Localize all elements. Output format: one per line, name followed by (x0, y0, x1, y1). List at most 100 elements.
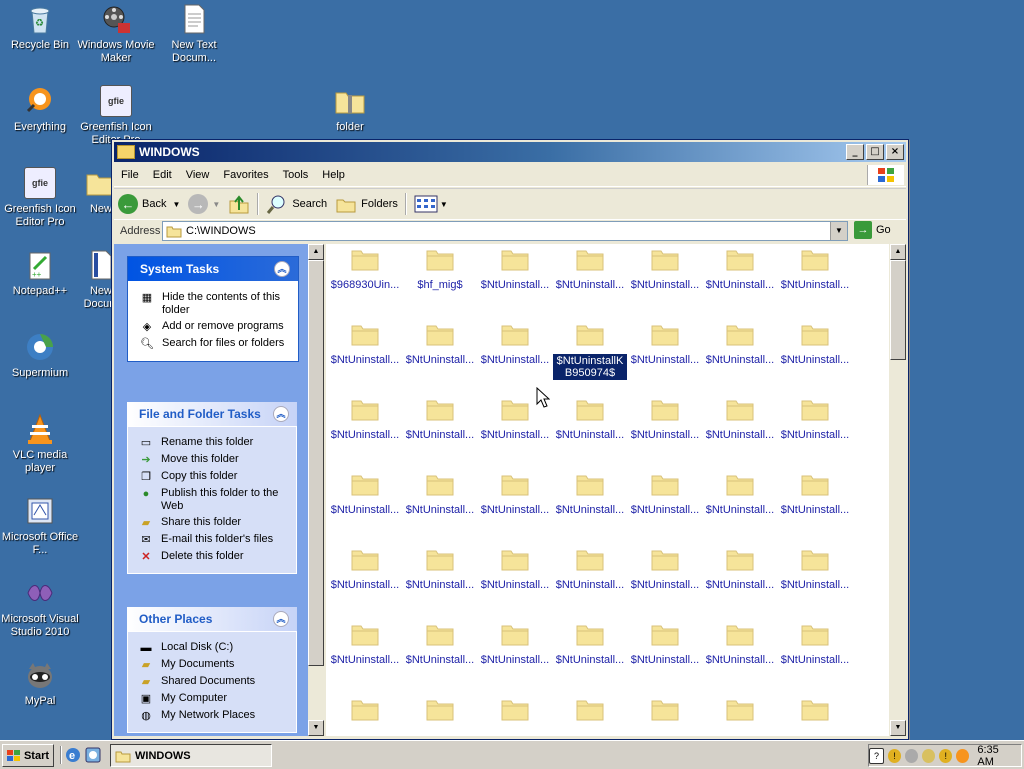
everything-tray-icon[interactable] (956, 748, 970, 763)
views-button[interactable]: ▼ (410, 191, 452, 217)
desktop-icon-mypal[interactable]: MyPal (0, 659, 80, 708)
task-hide-contents[interactable]: ▦ Hide the contents of this folder (139, 291, 289, 317)
folder-item[interactable]: $NtUninstall... (553, 472, 627, 516)
desktop-icon-greenfish-2[interactable]: gfie Greenfish Icon Editor Pro (0, 167, 80, 229)
folder-item[interactable]: $NtUninstall... (478, 322, 552, 366)
other-places-header[interactable]: Other Places ︽ (127, 607, 297, 631)
folders-button[interactable]: Folders (331, 191, 402, 217)
desktop-icon-visual-studio[interactable]: Microsoft Visual Studio 2010 (0, 577, 80, 639)
folder-item[interactable]: $NtUninstall... (328, 622, 402, 666)
menu-favorites[interactable]: Favorites (216, 169, 275, 181)
task-delete-folder[interactable]: ✕ Delete this folder (138, 550, 288, 564)
folder-item[interactable]: $NtUninstall... (328, 322, 402, 366)
menu-view[interactable]: View (179, 169, 217, 181)
security-shield-icon[interactable]: ! (888, 748, 902, 763)
desktop-icon-folder[interactable]: folder (310, 85, 390, 134)
folder-item[interactable]: $NtUninstall... (628, 547, 702, 591)
task-publish-web[interactable]: ● Publish this folder to the Web (138, 487, 288, 513)
place-network-places[interactable]: ◍ My Network Places (138, 709, 288, 723)
scroll-down-button[interactable]: ▼ (308, 720, 324, 736)
folder-item[interactable] (778, 697, 852, 729)
quicklaunch-ie-icon[interactable]: e (64, 746, 82, 764)
search-button[interactable]: Search (262, 191, 331, 217)
desktop-icon-recycle-bin[interactable]: ♻ Recycle Bin (0, 3, 80, 52)
help-icon[interactable]: ? (868, 747, 885, 764)
folder-item[interactable]: $NtUninstall... (328, 472, 402, 516)
folder-item[interactable]: $NtUninstall... (478, 247, 552, 291)
task-share-folder[interactable]: ▰ Share this folder (138, 516, 288, 530)
go-button[interactable]: → Go (854, 221, 891, 239)
maximize-button[interactable]: □ (866, 144, 884, 160)
forward-button[interactable]: → ▼ (184, 191, 224, 217)
folder-item[interactable] (328, 697, 402, 729)
folder-item[interactable]: $NtUninstall... (778, 247, 852, 291)
desktop-icon-vlc[interactable]: VLC media player (0, 413, 80, 475)
task-pane-scrollbar[interactable]: ▲ ▼ (308, 244, 324, 736)
folder-item[interactable]: $NtUninstall... (778, 397, 852, 441)
task-rename-folder[interactable]: ▭ Rename this folder (138, 436, 288, 450)
folder-item[interactable]: $NtUninstall... (703, 622, 777, 666)
folder-item[interactable]: $NtUninstall... (403, 322, 477, 366)
folder-item[interactable]: $NtUninstall... (403, 397, 477, 441)
task-search-files[interactable]: 🔍︎ Search for files or folders (139, 337, 289, 351)
folder-item[interactable]: $NtUninstall... (403, 547, 477, 591)
folder-item[interactable]: $NtUninstall... (778, 472, 852, 516)
folder-item[interactable]: $NtUninstall... (328, 397, 402, 441)
folder-item[interactable]: $NtUninstall... (553, 547, 627, 591)
start-button[interactable]: Start (2, 744, 54, 767)
menu-tools[interactable]: Tools (276, 169, 316, 181)
menu-file[interactable]: File (114, 169, 146, 181)
desktop-icon-everything[interactable]: Everything (0, 85, 80, 134)
folder-item[interactable]: $NtUninstall... (403, 622, 477, 666)
desktop-icon-supermium[interactable]: Supermium (0, 331, 80, 380)
folder-item[interactable]: $NtUninstall... (628, 622, 702, 666)
menu-edit[interactable]: Edit (146, 169, 179, 181)
address-input[interactable]: C:\WINDOWS ▼ (162, 221, 848, 241)
folder-item[interactable]: $NtUninstall... (703, 397, 777, 441)
desktop-icon-movie-maker[interactable]: Windows Movie Maker (76, 3, 156, 65)
folder-item[interactable]: $NtUninstall... (628, 247, 702, 291)
collapse-icon[interactable]: ︽ (273, 611, 289, 627)
folder-item[interactable]: $NtUninstallKB950974$ (553, 322, 627, 380)
desktop-icon-notepadpp[interactable]: ++ Notepad++ (0, 249, 80, 298)
folder-item[interactable]: $NtUninstall... (703, 547, 777, 591)
folder-item[interactable]: $NtUninstall... (703, 247, 777, 291)
folder-item[interactable]: $NtUninstall... (703, 322, 777, 366)
folder-item[interactable]: $968930Uin... (328, 247, 402, 291)
folder-item[interactable] (703, 697, 777, 729)
folder-item[interactable]: $NtUninstall... (778, 622, 852, 666)
up-folder-button[interactable] (224, 191, 254, 217)
folder-item[interactable]: $NtUninstall... (628, 397, 702, 441)
folder-item[interactable]: $NtUninstall... (553, 622, 627, 666)
explorer-window[interactable]: WINDOWS _ □ × File Edit View Favorites T… (111, 139, 909, 740)
content-scrollbar[interactable]: ▲ ▼ (890, 244, 906, 736)
place-my-documents[interactable]: ▰ My Documents (138, 658, 288, 672)
folder-item[interactable]: $NtUninstall... (328, 547, 402, 591)
quicklaunch-browser-icon[interactable] (84, 746, 102, 764)
taskbar-window-button[interactable]: WINDOWS (110, 744, 272, 767)
task-add-remove-programs[interactable]: ◈ Add or remove programs (139, 320, 289, 334)
folder-item[interactable]: $NtUninstall... (778, 547, 852, 591)
desktop-icon-text-document[interactable]: New Text Docum... (154, 3, 234, 65)
task-copy-folder[interactable]: ❐ Copy this folder (138, 470, 288, 484)
file-folder-tasks-header[interactable]: File and Folder Tasks ︽ (127, 402, 297, 426)
folder-item[interactable]: $NtUninstall... (478, 547, 552, 591)
folder-item[interactable]: $NtUninstall... (703, 472, 777, 516)
folder-item[interactable] (403, 697, 477, 729)
close-button[interactable]: × (886, 144, 904, 160)
desktop-icon-greenfish[interactable]: gfie Greenfish Icon Editor Pro (76, 85, 156, 147)
folder-item[interactable]: $NtUninstall... (403, 472, 477, 516)
scroll-up-button[interactable]: ▲ (890, 244, 906, 260)
tray-app-icon[interactable] (905, 748, 919, 763)
scroll-thumb[interactable] (890, 260, 906, 360)
folder-item[interactable] (628, 697, 702, 729)
folder-item[interactable]: $hf_mig$ (403, 247, 477, 291)
collapse-icon[interactable]: ︽ (273, 406, 289, 422)
title-bar[interactable]: WINDOWS _ □ × (114, 142, 906, 162)
desktop-icon-office[interactable]: Microsoft Office F... (0, 495, 80, 557)
system-tasks-header[interactable]: System Tasks ︽ (128, 257, 298, 281)
folder-item[interactable]: $NtUninstall... (553, 247, 627, 291)
folder-item[interactable]: $NtUninstall... (778, 322, 852, 366)
place-shared-documents[interactable]: ▰ Shared Documents (138, 675, 288, 689)
back-button[interactable]: ← Back ▼ (114, 191, 184, 217)
